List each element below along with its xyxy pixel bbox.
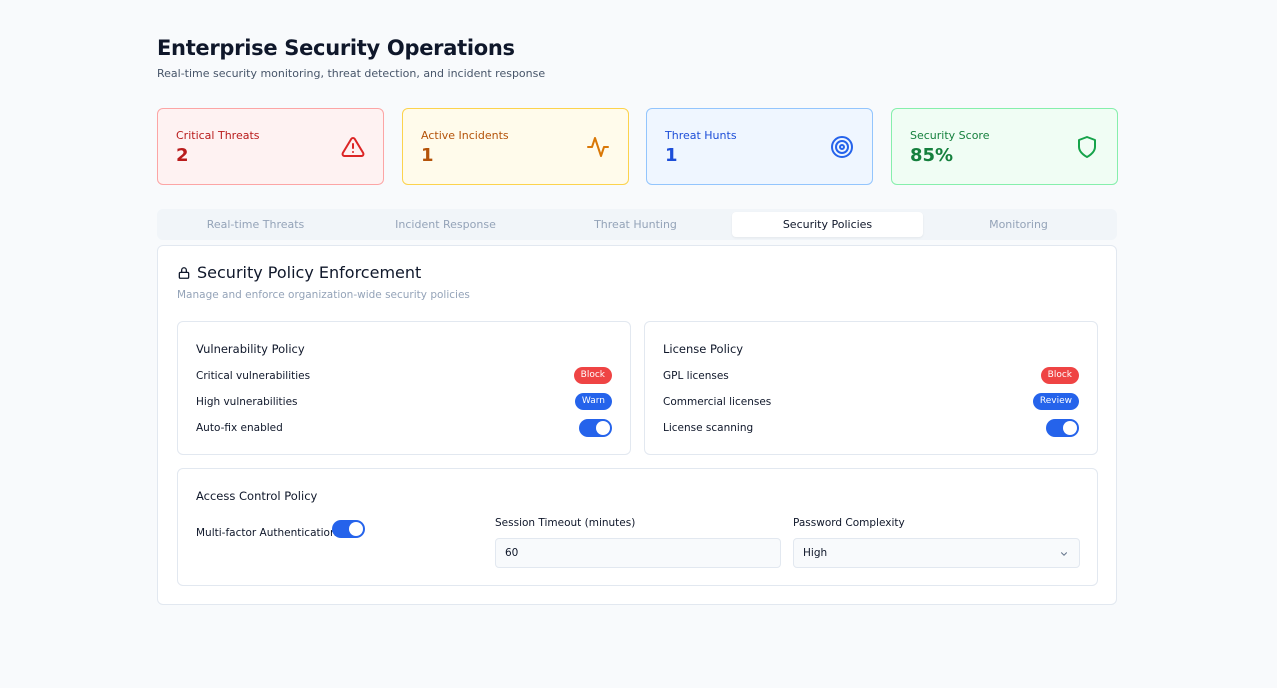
policy-row: GPL licenses Block [663, 367, 1079, 385]
stat-label: Security Score [910, 129, 990, 142]
tab-threat-hunting[interactable]: Threat Hunting [540, 212, 731, 237]
alert-triangle-icon [341, 136, 365, 157]
status-badge: Warn [574, 393, 612, 410]
tab-real-time-threats[interactable]: Real-time Threats [160, 212, 351, 237]
stat-card-active-incidents: Active Incidents 1 [402, 108, 629, 185]
stats-row: Critical Threats 2 Active Incidents 1 Th… [157, 108, 1118, 185]
policy-row: Critical vulnerabilities Block [196, 367, 612, 385]
license-scanning-toggle[interactable] [1046, 419, 1079, 437]
auto-fix-toggle[interactable] [579, 419, 612, 437]
policy-label: License scanning [663, 422, 754, 434]
password-complexity-select[interactable]: High [793, 538, 1080, 568]
license-policy-card: License Policy GPL licenses Block Commer… [644, 321, 1098, 455]
stat-label: Critical Threats [176, 129, 260, 142]
access-control-policy-card: Access Control Policy Multi-factor Authe… [177, 468, 1098, 586]
stat-card-critical-threats: Critical Threats 2 [157, 108, 384, 185]
mfa-label: Multi-factor Authentication [196, 527, 337, 539]
panel-title: Security Policy Enforcement [197, 263, 422, 282]
tab-incident-response[interactable]: Incident Response [350, 212, 541, 237]
password-complexity-label: Password Complexity [793, 517, 905, 529]
tab-bar: Real-time Threats Incident Response Thre… [157, 209, 1117, 240]
policy-label: Critical vulnerabilities [196, 370, 311, 382]
status-badge: Block [573, 367, 612, 384]
policy-row: License scanning [663, 419, 1079, 437]
card-title: Vulnerability Policy [196, 342, 305, 356]
tab-security-policies[interactable]: Security Policies [732, 212, 923, 237]
stat-value: 85% [910, 145, 954, 166]
shield-icon [1078, 136, 1096, 158]
session-timeout-input[interactable] [495, 538, 781, 568]
stat-label: Threat Hunts [665, 129, 737, 142]
policy-row: Auto-fix enabled [196, 419, 612, 437]
page-title: Enterprise Security Operations [157, 36, 515, 60]
card-title: Access Control Policy [196, 489, 318, 503]
mfa-toggle[interactable] [332, 520, 365, 538]
activity-icon [587, 137, 609, 157]
tab-monitoring[interactable]: Monitoring [923, 212, 1114, 237]
security-policies-panel: Security Policy Enforcement Manage and e… [157, 245, 1117, 605]
status-badge: Review [1032, 393, 1079, 410]
policy-label: GPL licenses [663, 370, 729, 382]
policy-label: Auto-fix enabled [196, 422, 283, 434]
panel-description: Manage and enforce organization-wide sec… [177, 289, 470, 301]
panel-header: Security Policy Enforcement [177, 263, 421, 283]
card-title: License Policy [663, 342, 744, 356]
policy-row: Commercial licenses Review [663, 393, 1079, 411]
stat-value: 1 [665, 145, 678, 166]
vulnerability-policy-card: Vulnerability Policy Critical vulnerabil… [177, 321, 631, 455]
stat-value: 1 [421, 145, 434, 166]
policy-row: High vulnerabilities Warn [196, 393, 612, 411]
stat-label: Active Incidents [421, 129, 509, 142]
select-value: High [803, 547, 828, 559]
status-badge: Block [1040, 367, 1079, 384]
policy-label: High vulnerabilities [196, 396, 298, 408]
page: Enterprise Security Operations Real-time… [157, 34, 1118, 605]
stat-card-security-score: Security Score 85% [891, 108, 1118, 185]
chevron-down-icon [1060, 552, 1068, 556]
stat-value: 2 [176, 145, 189, 166]
session-timeout-label: Session Timeout (minutes) [495, 517, 636, 529]
page-subtitle: Real-time security monitoring, threat de… [157, 67, 546, 80]
lock-icon [178, 267, 190, 279]
target-icon [831, 136, 853, 158]
policy-label: Commercial licenses [663, 396, 772, 408]
stat-card-threat-hunts: Threat Hunts 1 [646, 108, 873, 185]
